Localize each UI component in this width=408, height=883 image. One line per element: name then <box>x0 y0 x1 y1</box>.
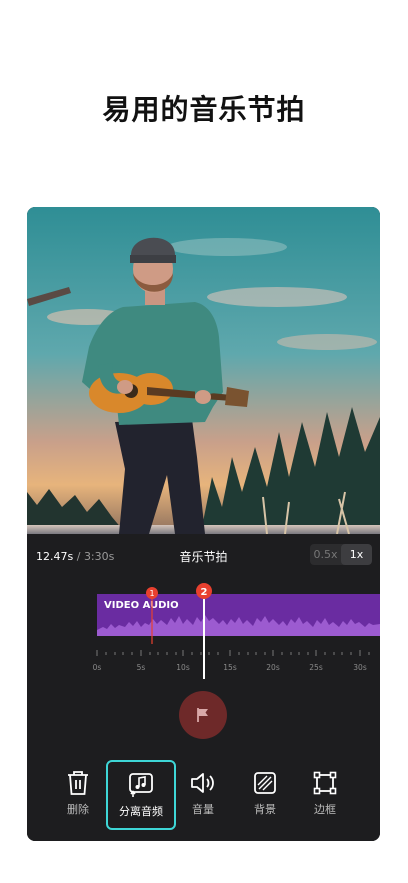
tool-volume-label: 音量 <box>192 803 214 816</box>
tool-volume[interactable]: 音量 <box>168 760 238 830</box>
beat-marker-2-label: 2 <box>201 587 208 598</box>
audio-track[interactable]: VIDEO AUDIO <box>97 594 380 636</box>
trash-icon <box>68 771 88 795</box>
ruler-label: 30s <box>353 663 367 672</box>
ruler-label: 10s <box>176 663 190 672</box>
extract-audio-icon <box>129 773 153 797</box>
page-headline: 易用的音乐节拍 <box>102 93 306 126</box>
ruler-label: 5s <box>136 663 146 672</box>
ruler-label: 25s <box>309 663 323 672</box>
ruler-label: 0s <box>92 663 102 672</box>
volume-icon <box>191 773 214 793</box>
video-preview[interactable] <box>27 207 380 534</box>
tool-extract-audio[interactable]: 分离音频 <box>106 760 176 830</box>
speed-toggle[interactable]: 0.5x 1x <box>310 544 372 565</box>
beat-marker-1[interactable]: 1 <box>143 584 161 646</box>
bottom-toolbar: 删除 分离音频 音量 背景 边框 <box>27 760 380 830</box>
tool-border[interactable]: 边框 <box>290 760 360 830</box>
tool-delete[interactable]: 删除 <box>43 760 113 830</box>
tool-extract-audio-label: 分离音频 <box>119 805 163 818</box>
waveform <box>97 615 380 636</box>
tool-delete-label: 删除 <box>67 803 89 816</box>
tool-background-label: 背景 <box>254 803 276 816</box>
speed-option-normal[interactable]: 1x <box>341 544 372 565</box>
border-icon <box>313 771 337 795</box>
beat-marker-1-label: 1 <box>149 589 154 598</box>
ruler-label: 20s <box>266 663 280 672</box>
ruler-label: 15s <box>223 663 237 672</box>
flag-icon <box>197 708 208 722</box>
beat-panel: 12.47s / 3:30s 音乐节拍 0.5x 1x VIDEO AUDIO … <box>27 534 380 841</box>
editor-screen: 12.47s / 3:30s 音乐节拍 0.5x 1x VIDEO AUDIO … <box>27 207 380 841</box>
tool-border-label: 边框 <box>314 803 336 816</box>
speed-option-half[interactable]: 0.5x <box>310 544 341 565</box>
timeline-ruler[interactable]: 0s 5s 10s 15s 20s 25s 30s <box>27 646 380 676</box>
add-beat-button[interactable] <box>179 691 227 739</box>
background-icon <box>254 772 276 794</box>
ruler-ticks <box>96 650 370 656</box>
